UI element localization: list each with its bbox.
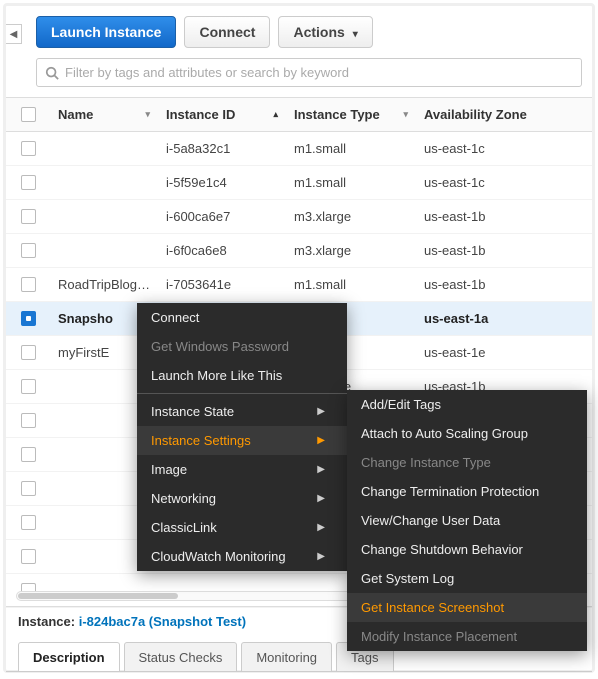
row-checkbox[interactable] <box>21 311 36 326</box>
cell-name <box>50 132 158 165</box>
search-input[interactable] <box>65 65 573 80</box>
row-checkbox[interactable] <box>21 515 36 530</box>
actions-label: Actions <box>293 24 344 40</box>
table-row[interactable]: RoadTripBlog…i-7053641em1.smallus-east-1… <box>6 268 592 302</box>
submenu-change-termination-protection[interactable]: Change Termination Protection <box>347 477 587 506</box>
selection-summary: Instance: i-824bac7a (Snapshot Test) <box>18 614 246 629</box>
cell-availability-zone: us-east-1e <box>416 336 566 369</box>
launch-instance-button[interactable]: Launch Instance <box>36 16 176 48</box>
menu-instance-state[interactable]: Instance State▶ <box>137 397 347 426</box>
cell-instance-type: m1.small <box>286 268 416 301</box>
tab-monitoring[interactable]: Monitoring <box>241 642 332 672</box>
menu-get-windows-password: Get Windows Password <box>137 332 347 361</box>
tab-underline <box>6 671 592 672</box>
cell-availability-zone: us-east-1b <box>416 200 566 233</box>
table-header: Name▾ Instance ID▴ Instance Type▾ Availa… <box>6 97 592 132</box>
cell-availability-zone: us-east-1b <box>416 234 566 267</box>
menu-launch-more[interactable]: Launch More Like This <box>137 361 347 390</box>
cell-instance-type: m1.small <box>286 166 416 199</box>
connect-button[interactable]: Connect <box>184 16 270 48</box>
row-checkbox[interactable] <box>21 141 36 156</box>
submenu-get-syslog[interactable]: Get System Log <box>347 564 587 593</box>
cell-instance-type: m1.small <box>286 132 416 165</box>
cell-instance-id: i-600ca6e7 <box>158 200 286 233</box>
submenu-add-edit-tags[interactable]: Add/Edit Tags <box>347 390 587 419</box>
cell-instance-id: i-5f59e1c4 <box>158 166 286 199</box>
sort-icon: ▾ <box>145 109 150 120</box>
cell-name <box>50 234 158 267</box>
row-checkbox[interactable] <box>21 175 36 190</box>
panel-collapse-handle[interactable]: ◀ <box>6 24 22 44</box>
cell-instance-id: i-6f0ca6e8 <box>158 234 286 267</box>
cell-instance-id: i-5a8a32c1 <box>158 132 286 165</box>
column-instance-id[interactable]: Instance ID▴ <box>158 98 286 131</box>
actions-button[interactable]: Actions ▾ <box>278 16 372 48</box>
sort-asc-icon: ▴ <box>273 109 278 120</box>
row-checkbox[interactable] <box>21 413 36 428</box>
context-menu: Connect Get Windows Password Launch More… <box>137 303 347 571</box>
submenu-arrow-icon: ▶ <box>317 522 325 533</box>
menu-separator <box>137 393 347 394</box>
cell-name <box>50 166 158 199</box>
cell-availability-zone: us-east-1c <box>416 132 566 165</box>
tab-description[interactable]: Description <box>18 642 120 672</box>
cell-availability-zone: us-east-1a <box>416 302 566 335</box>
caret-down-icon: ▾ <box>353 29 358 40</box>
row-checkbox[interactable] <box>21 209 36 224</box>
column-instance-type[interactable]: Instance Type▾ <box>286 98 416 131</box>
submenu-arrow-icon: ▶ <box>317 551 325 562</box>
cell-availability-zone: us-east-1b <box>416 268 566 301</box>
search-icon <box>45 66 59 80</box>
submenu-attach-asg[interactable]: Attach to Auto Scaling Group <box>347 419 587 448</box>
row-checkbox[interactable] <box>21 277 36 292</box>
cell-availability-zone: us-east-1c <box>416 166 566 199</box>
menu-networking[interactable]: Networking▶ <box>137 484 347 513</box>
cell-instance-type: m3.xlarge <box>286 234 416 267</box>
row-checkbox[interactable] <box>21 379 36 394</box>
cell-instance-type: m3.xlarge <box>286 200 416 233</box>
submenu-arrow-icon: ▶ <box>317 493 325 504</box>
row-checkbox[interactable] <box>21 243 36 258</box>
select-all-checkbox[interactable] <box>21 107 36 122</box>
toolbar: Launch Instance Connect Actions ▾ <box>6 6 592 58</box>
row-checkbox[interactable] <box>21 481 36 496</box>
submenu-modify-placement: Modify Instance Placement <box>347 622 587 651</box>
search-field[interactable] <box>36 58 582 87</box>
submenu-change-shutdown[interactable]: Change Shutdown Behavior <box>347 535 587 564</box>
table-row[interactable]: i-5a8a32c1m1.smallus-east-1c <box>6 132 592 166</box>
submenu-instance-settings: Add/Edit Tags Attach to Auto Scaling Gro… <box>347 390 587 651</box>
submenu-get-screenshot[interactable]: Get Instance Screenshot <box>347 593 587 622</box>
submenu-arrow-icon: ▶ <box>317 406 325 417</box>
submenu-arrow-icon: ▶ <box>317 435 325 446</box>
cell-instance-id: i-7053641e <box>158 268 286 301</box>
menu-connect[interactable]: Connect <box>137 303 347 332</box>
table-row[interactable]: i-600ca6e7m3.xlargeus-east-1b <box>6 200 592 234</box>
menu-image[interactable]: Image▶ <box>137 455 347 484</box>
sort-icon: ▾ <box>403 109 408 120</box>
row-checkbox[interactable] <box>21 345 36 360</box>
instance-link[interactable]: i-824bac7a (Snapshot Test) <box>79 614 246 629</box>
cell-name: RoadTripBlog… <box>50 268 158 301</box>
menu-cloudwatch[interactable]: CloudWatch Monitoring▶ <box>137 542 347 571</box>
scrollbar-thumb[interactable] <box>18 593 178 599</box>
submenu-view-user-data[interactable]: View/Change User Data <box>347 506 587 535</box>
row-checkbox[interactable] <box>21 447 36 462</box>
menu-classiclink[interactable]: ClassicLink▶ <box>137 513 347 542</box>
table-row[interactable]: i-5f59e1c4m1.smallus-east-1c <box>6 166 592 200</box>
cell-name <box>50 200 158 233</box>
detail-tabs: Description Status Checks Monitoring Tag… <box>18 642 394 672</box>
submenu-arrow-icon: ▶ <box>317 464 325 475</box>
menu-instance-settings[interactable]: Instance Settings▶ <box>137 426 347 455</box>
submenu-change-type: Change Instance Type <box>347 448 587 477</box>
row-checkbox[interactable] <box>21 549 36 564</box>
table-row[interactable]: i-6f0ca6e8m3.xlargeus-east-1b <box>6 234 592 268</box>
tab-status-checks[interactable]: Status Checks <box>124 642 238 672</box>
column-name[interactable]: Name▾ <box>50 98 158 131</box>
column-availability-zone[interactable]: Availability Zone <box>416 98 566 131</box>
